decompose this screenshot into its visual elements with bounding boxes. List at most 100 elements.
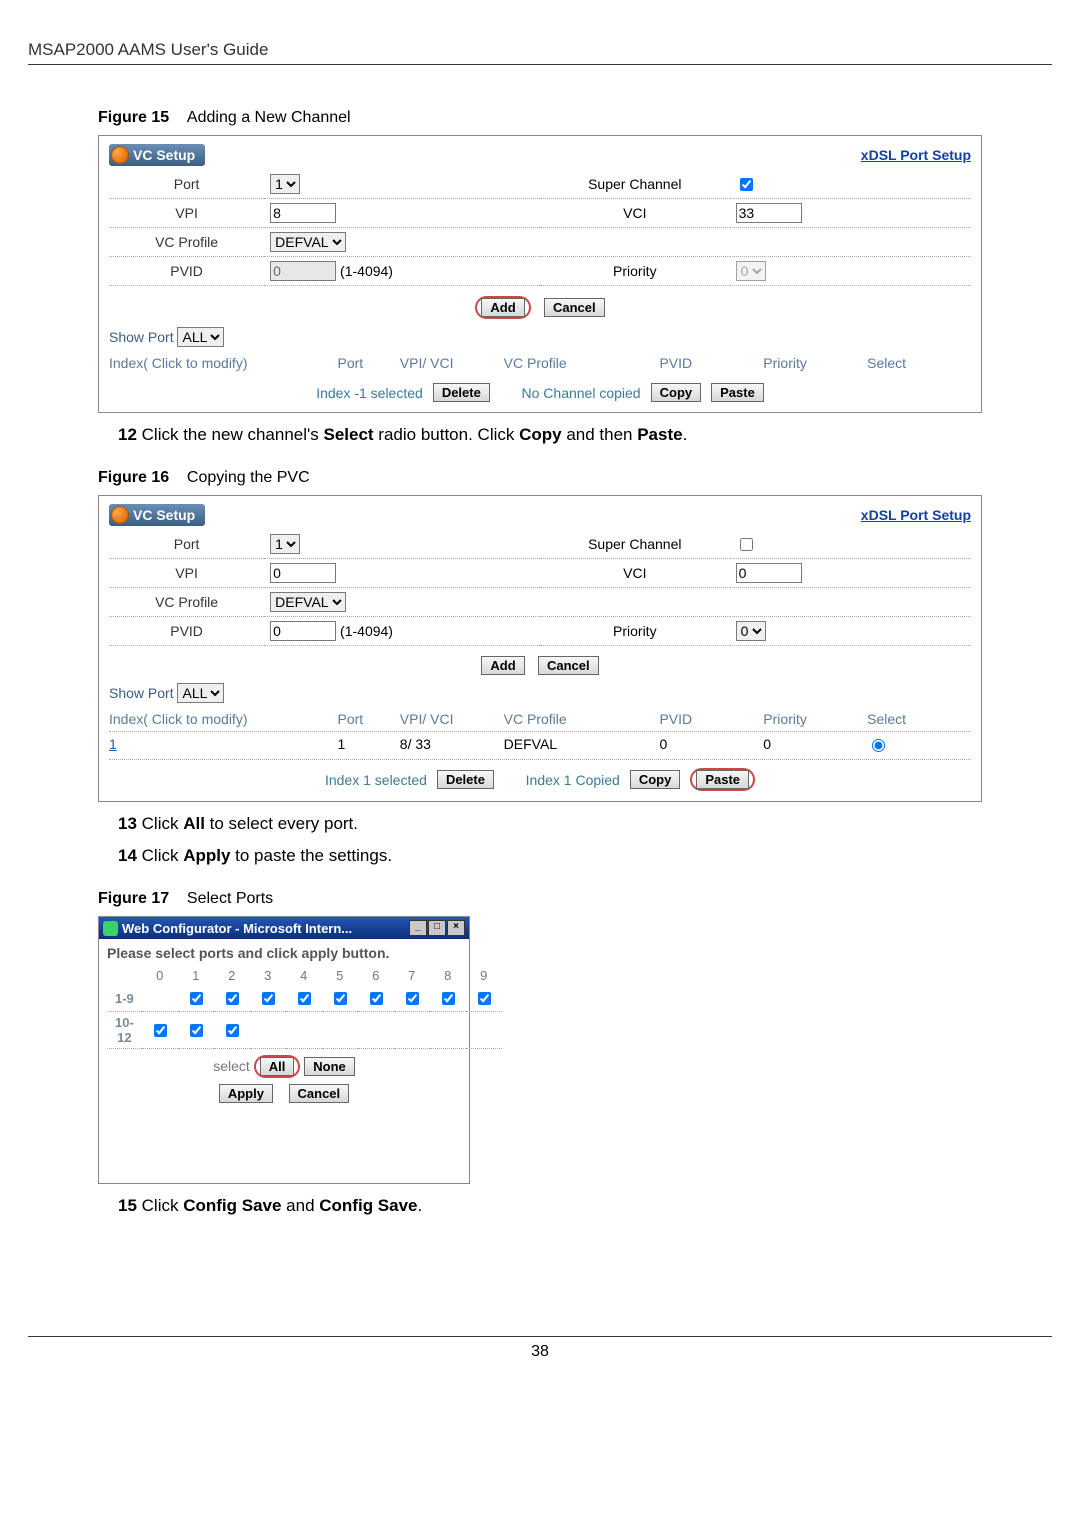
xdsl-port-setup-link-2[interactable]: xDSL Port Setup (861, 507, 971, 523)
maximize-icon[interactable]: □ (428, 920, 446, 936)
delete-button[interactable]: Delete (433, 383, 490, 402)
data-header-2: Index( Click to modify) Port VPI/ VCI VC… (109, 707, 971, 731)
port-8-checkbox[interactable] (442, 992, 455, 1005)
page-header: MSAP2000 AAMS User's Guide (28, 40, 1052, 65)
super-channel-checkbox-2[interactable] (740, 538, 753, 551)
select-label: select (213, 1058, 250, 1074)
vci-input[interactable] (736, 203, 802, 223)
row-select-radio[interactable] (872, 739, 885, 752)
s15b2: Config Save (319, 1196, 417, 1215)
vcprofile-select-2[interactable]: DEFVAL (270, 592, 346, 612)
port-10-checkbox[interactable] (154, 1024, 167, 1037)
vpi-input-2[interactable] (270, 563, 336, 583)
h-index-2: Index( Click to modify) (109, 711, 337, 727)
show-port-select[interactable]: ALL (177, 327, 224, 347)
super-channel-checkbox[interactable] (740, 178, 753, 191)
pvid-label-2: PVID (109, 617, 264, 646)
pvid-range: (1-4094) (340, 263, 393, 279)
port-7-checkbox[interactable] (406, 992, 419, 1005)
port-12-checkbox[interactable] (226, 1024, 239, 1037)
close-icon[interactable]: × (447, 920, 465, 936)
port-label-2: Port (109, 530, 264, 559)
s12c: and then (562, 425, 638, 444)
cancel-button[interactable]: Cancel (544, 298, 605, 317)
priority-select-2[interactable]: 0 (736, 621, 766, 641)
vpi-input[interactable] (270, 203, 336, 223)
port-6-checkbox[interactable] (370, 992, 383, 1005)
col-9: 9 (466, 965, 502, 986)
add-button[interactable]: Add (481, 298, 524, 317)
copy-button-2[interactable]: Copy (630, 770, 681, 789)
col-5: 5 (322, 965, 358, 986)
port-select-2[interactable]: 1 (270, 534, 300, 554)
port-5-checkbox[interactable] (334, 992, 347, 1005)
no-channel-copied: No Channel copied (522, 385, 641, 401)
row-index-link[interactable]: 1 (109, 736, 117, 752)
s12a: Click the new channel's (137, 425, 324, 444)
vc-form-table-1: Port 1 Super Channel VPI VCI VC Profile … (109, 170, 971, 286)
port-4-checkbox[interactable] (298, 992, 311, 1005)
figure16-bold: Figure 16 (98, 469, 169, 486)
apply-button[interactable]: Apply (219, 1084, 273, 1103)
h-vcprofile: VC Profile (504, 355, 660, 371)
badge-dot-icon (111, 146, 129, 164)
port-1-checkbox[interactable] (190, 992, 203, 1005)
s15n: 15 (118, 1196, 137, 1215)
pvid-input-2[interactable] (270, 621, 336, 641)
s15a: Click (137, 1196, 183, 1215)
step12-num: 12 (118, 425, 137, 444)
s12b1: Select (323, 425, 373, 444)
vc-setup-title-2: VC Setup (109, 504, 205, 526)
cancel-popup-button[interactable]: Cancel (289, 1084, 350, 1103)
port-2-checkbox[interactable] (226, 992, 239, 1005)
h-vpivci-2: VPI/ VCI (400, 711, 504, 727)
paste-button[interactable]: Paste (711, 383, 764, 402)
col-7: 7 (394, 965, 430, 986)
vci-input-2[interactable] (736, 563, 802, 583)
figure16-caption: Copying the PVC (187, 469, 310, 486)
vcprofile-select[interactable]: DEFVAL (270, 232, 346, 252)
vpi-label: VPI (109, 199, 264, 228)
index-selected: Index -1 selected (316, 385, 423, 401)
popup-instruction: Please select ports and click apply butt… (107, 945, 461, 961)
port-9-checkbox[interactable] (478, 992, 491, 1005)
all-button[interactable]: All (260, 1057, 295, 1076)
show-port-row: Show Port ALL (109, 327, 971, 351)
h-priority-2: Priority (763, 711, 867, 727)
h-select: Select (867, 355, 971, 371)
show-port-label-2: Show Port (109, 685, 174, 701)
step-13: 13 Click All to select every port. (118, 814, 982, 834)
page-number: 38 (28, 1336, 1052, 1361)
row-vpivci: 8/ 33 (400, 736, 504, 755)
paste-button-2[interactable]: Paste (696, 770, 749, 789)
h-port: Port (337, 355, 399, 371)
show-port-select-2[interactable]: ALL (177, 683, 224, 703)
delete-button-2[interactable]: Delete (437, 770, 494, 789)
add-button-2[interactable]: Add (481, 656, 524, 675)
s14n: 14 (118, 846, 137, 865)
vcprofile-label-2: VC Profile (109, 588, 264, 617)
col-1: 1 (178, 965, 214, 986)
col-6: 6 (358, 965, 394, 986)
col-2: 2 (214, 965, 250, 986)
vci-label-2: VCI (540, 559, 730, 588)
add-circle: Add (475, 296, 530, 319)
vc-form-table-2: Port 1 Super Channel VPI VCI VC Profile … (109, 530, 971, 646)
port-11-checkbox[interactable] (190, 1024, 203, 1037)
cancel-button-2[interactable]: Cancel (538, 656, 599, 675)
step-14: 14 Click Apply to paste the settings. (118, 846, 982, 866)
h-priority: Priority (763, 355, 867, 371)
h-vpivci: VPI/ VCI (400, 355, 504, 371)
minimize-icon[interactable]: _ (409, 920, 427, 936)
ie-icon (103, 921, 118, 936)
s12b2: Copy (519, 425, 562, 444)
row-pvid: 0 (659, 736, 763, 755)
none-button[interactable]: None (304, 1057, 355, 1076)
port-3-checkbox[interactable] (262, 992, 275, 1005)
xdsl-port-setup-link[interactable]: xDSL Port Setup (861, 147, 971, 163)
s13n: 13 (118, 814, 137, 833)
port-select[interactable]: 1 (270, 174, 300, 194)
data-header-1: Index( Click to modify) Port VPI/ VCI VC… (109, 351, 971, 375)
s12b: radio button. Click (374, 425, 520, 444)
copy-button[interactable]: Copy (651, 383, 702, 402)
